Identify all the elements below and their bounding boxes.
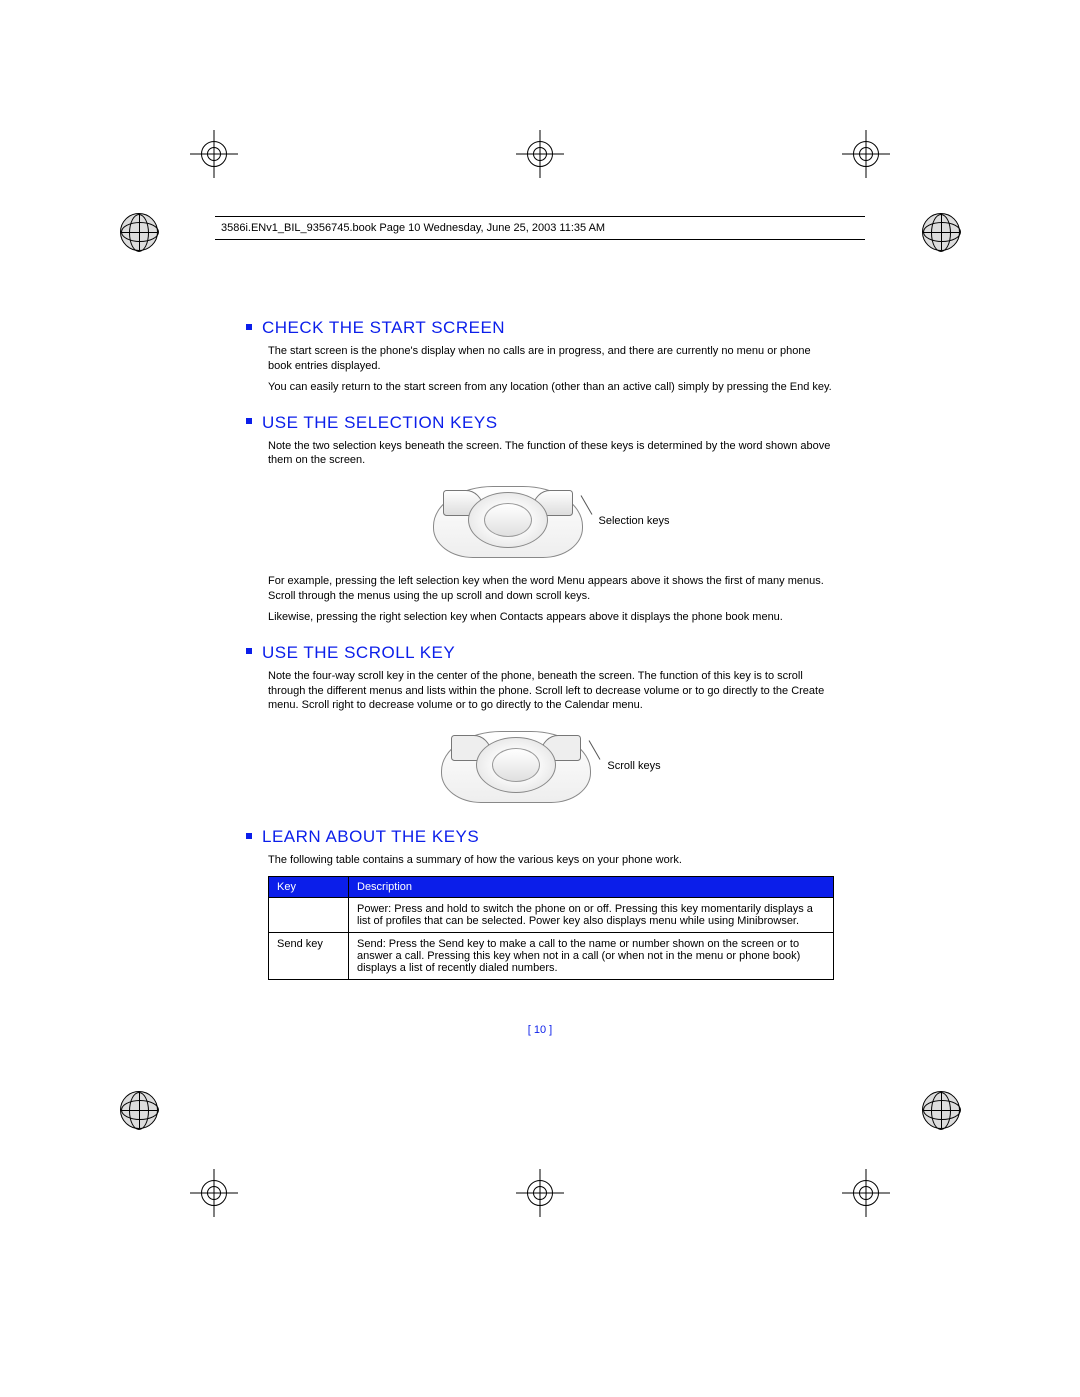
section-title-scroll-key: Use the scroll key [246,643,834,663]
table-header-key: Key [269,877,349,898]
table-row: Power: Press and hold to switch the phon… [269,898,834,933]
bullet-icon [246,418,252,424]
ornament-globe [922,213,960,251]
header-filename: 3586i.ENv1_BIL_9356745.book Page 10 Wedn… [221,222,605,234]
figure-scroll-keys: Scroll keys [268,723,834,809]
header-strip: 3586i.ENv1_BIL_9356745.book Page 10 Wedn… [215,216,865,240]
crop-mark [516,130,564,178]
bullet-icon [246,324,252,330]
table-cell-key: Send key [269,933,349,980]
body-text: Likewise, pressing the right selection k… [268,610,834,625]
figure-caption: Scroll keys [607,760,660,772]
figure-caption: Selection keys [599,515,670,527]
keys-table: Key Description Power: Press and hold to… [268,876,834,980]
table-cell-desc: Send: Press the Send key to make a call … [349,933,834,980]
bullet-icon [246,833,252,839]
body-text: The following table contains a summary o… [268,853,834,868]
page-content: Check the start screen The start screen … [246,300,834,980]
crop-mark [516,1169,564,1217]
page-number: [ 10 ] [528,1024,552,1036]
bullet-icon [246,648,252,654]
figure-selection-keys: Selection keys [268,478,834,564]
section-title-selection-keys: Use the selection keys [246,413,834,433]
section-title-learn-keys: Learn about the keys [246,827,834,847]
keypad-illustration [441,723,591,809]
crop-mark [190,1169,238,1217]
body-text: The start screen is the phone's display … [268,344,834,374]
crop-mark [190,130,238,178]
crop-mark [842,1169,890,1217]
ornament-globe [120,1091,158,1129]
ornament-globe [922,1091,960,1129]
body-text: You can easily return to the start scree… [268,380,834,395]
table-cell-desc: Power: Press and hold to switch the phon… [349,898,834,933]
table-row: Send key Send: Press the Send key to mak… [269,933,834,980]
body-text: Note the two selection keys beneath the … [268,439,834,469]
table-header-desc: Description [349,877,834,898]
ornament-globe [120,213,158,251]
table-cell-key [269,898,349,933]
body-text: For example, pressing the left selection… [268,574,834,604]
body-text: Note the four-way scroll key in the cent… [268,669,834,714]
section-title-check-start: Check the start screen [246,318,834,338]
crop-mark [842,130,890,178]
keypad-illustration [433,478,583,564]
